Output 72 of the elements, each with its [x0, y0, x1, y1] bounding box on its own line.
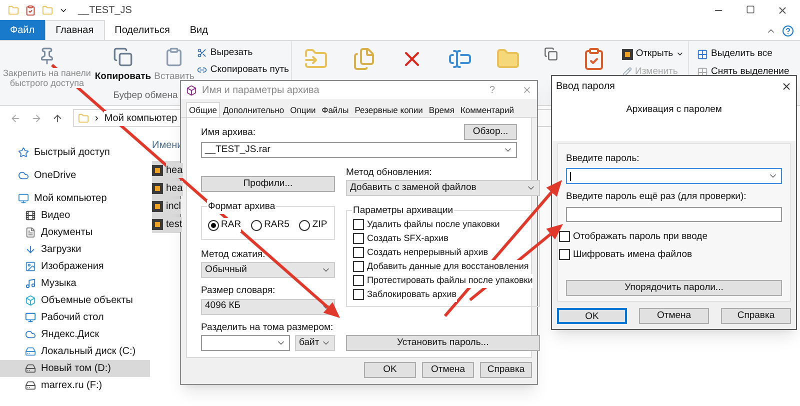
- file-name: test: [166, 216, 182, 232]
- dialog-tab[interactable]: Файлы: [318, 102, 352, 117]
- nav-item[interactable]: Изображения: [0, 258, 150, 275]
- group-label: Буфер обмена: [113, 88, 178, 103]
- dictionary-dropdown[interactable]: 4096 КБ: [201, 298, 335, 314]
- address-text: Мой компьютер: [104, 110, 178, 126]
- window-title: __TEST_JS: [78, 4, 132, 18]
- field-label: Метод обновления:: [346, 166, 433, 180]
- file-name: hea: [166, 162, 183, 178]
- dialog-tab[interactable]: Комментарий: [457, 102, 518, 117]
- copy-button-label[interactable]: Копировать: [94, 70, 152, 84]
- field-label: Метод сжатия:: [201, 248, 266, 262]
- cut-button-label[interactable]: Вырезать: [210, 46, 253, 60]
- dialog-button[interactable]: OK: [557, 308, 627, 324]
- dialog-button[interactable]: Справка: [480, 362, 532, 378]
- nav-item[interactable]: OneDrive: [0, 167, 150, 184]
- file-name: hea: [166, 180, 183, 196]
- dialog-button[interactable]: Справка: [721, 308, 791, 324]
- field-label: Введите пароль:: [566, 152, 640, 166]
- dialog-button[interactable]: Отмена: [422, 362, 474, 378]
- select-all-button-label[interactable]: Выделить все: [711, 47, 772, 62]
- dialog-button[interactable]: OK: [364, 362, 416, 378]
- nav-item[interactable]: Мой компьютер: [0, 190, 150, 207]
- checkbox-label: Создать SFX-архив: [367, 232, 448, 246]
- organize-passwords-button[interactable]: Упорядочить пароли...: [566, 280, 782, 296]
- field-label: Размер словаря:: [201, 284, 276, 298]
- ribbon-tab[interactable]: Поделиться: [104, 20, 180, 40]
- nav-item[interactable]: Загрузки: [0, 241, 150, 258]
- checkbox-label: Отображать пароль при вводе: [573, 230, 708, 244]
- update-method-dropdown[interactable]: Добавить с заменой файлов: [346, 180, 540, 196]
- radio-label: RAR: [221, 218, 242, 232]
- dialog-heading: Архивация с паролем: [626, 103, 722, 117]
- dialog-tab[interactable]: Дополнительно: [220, 102, 288, 117]
- field-label: Разделить на тома размером:: [201, 320, 334, 334]
- nav-item[interactable]: Рабочий стол: [0, 309, 150, 326]
- browse-button[interactable]: Обзор...: [464, 124, 517, 140]
- copy-path-button-label[interactable]: Скопировать путь: [210, 63, 289, 78]
- nav-item[interactable]: Объемные объекты: [0, 292, 150, 309]
- checkbox-label: Шифровать имена файлов: [573, 248, 692, 262]
- checkbox-label: Добавить данные для восстановления: [367, 260, 529, 274]
- ribbon-tab[interactable]: Вид: [180, 20, 218, 40]
- checkbox-label: Удалить файлы после упаковки: [367, 218, 500, 232]
- nav-item[interactable]: Локальный диск (C:): [0, 343, 150, 360]
- nav-item[interactable]: Быстрый доступ: [0, 144, 150, 161]
- nav-item[interactable]: Видео: [0, 207, 150, 224]
- ribbon-tab[interactable]: Главная: [44, 20, 105, 40]
- nav-item[interactable]: Музыка: [0, 275, 150, 292]
- dialog-title: Ввод пароля: [556, 80, 615, 94]
- nav-item[interactable]: marrex.ru (F:): [0, 377, 150, 394]
- dialog-title: Имя и параметры архива: [202, 84, 320, 98]
- field-label: Имя архива:: [201, 126, 256, 140]
- nav-item[interactable]: Новый том (D:): [0, 360, 150, 377]
- method-dropdown[interactable]: Обычный: [201, 262, 335, 278]
- dialog-tab[interactable]: Опции: [287, 102, 319, 117]
- archive-name-field[interactable]: __TEST_JS.rar: [201, 142, 517, 158]
- profiles-button[interactable]: Профили...: [201, 176, 335, 192]
- dialog-tab[interactable]: Общие: [186, 102, 220, 117]
- checkbox-label: Заблокировать архив: [367, 288, 457, 302]
- file-tab[interactable]: Файл: [0, 20, 45, 40]
- nav-item[interactable]: Документы: [0, 224, 150, 241]
- open-button-label[interactable]: Открыть: [636, 47, 674, 62]
- dialog-button[interactable]: Отмена: [639, 308, 709, 324]
- unit-dropdown[interactable]: байт: [295, 334, 335, 351]
- file-name: incl: [166, 198, 182, 214]
- field-label: Введите пароль ещё раз (для проверки):: [566, 190, 748, 204]
- checkbox-label: Создать непрерывный архив: [367, 246, 488, 260]
- group-label: Формат архива: [207, 200, 276, 214]
- set-password-button[interactable]: Установить пароль...: [346, 334, 540, 351]
- dialog-tab[interactable]: Резервные копии: [352, 102, 426, 117]
- dialog-tab[interactable]: Время: [426, 102, 458, 117]
- nav-item[interactable]: Яндекс.Диск: [0, 326, 150, 343]
- checkbox-label: Протестировать файлы после упаковки: [367, 274, 533, 288]
